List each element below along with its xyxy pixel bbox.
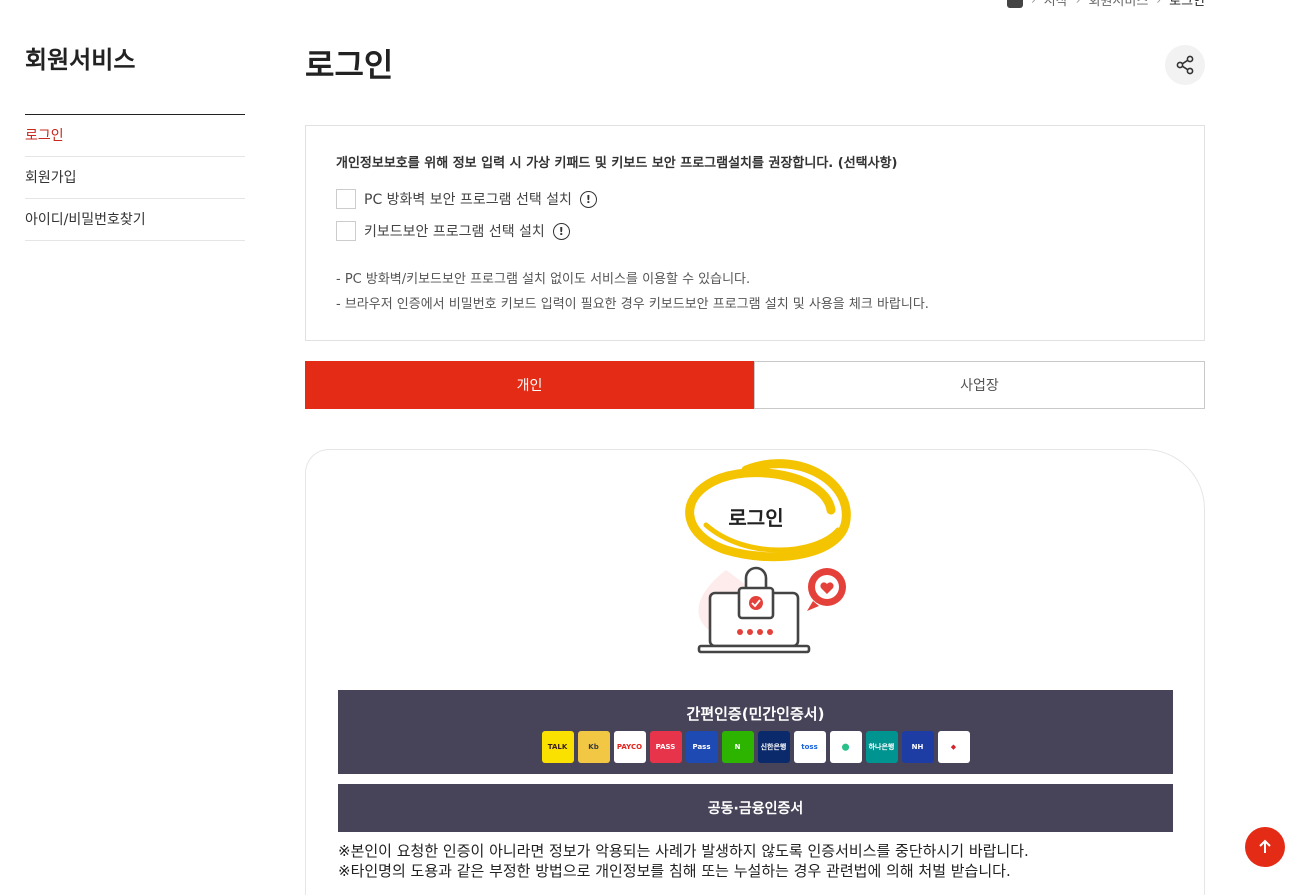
kb-icon: Kb xyxy=(577,731,610,763)
home-icon[interactable] xyxy=(1006,0,1023,8)
note: - PC 방화벽/키보드보안 프로그램 설치 없이도 서비스를 이용할 수 있습… xyxy=(336,272,751,287)
simple-auth-button[interactable]: 간편인증(민간인증서) TALK Kb PAYCO PASS Pass N 신한은행 toss… xyxy=(338,690,1173,774)
firewall-option[interactable]: PC 방화벽 보안 프로그램 선택 설치 ! xyxy=(336,189,1174,209)
sidebar: 회원서비스 로그인 회원가입 아이디/비밀번호찾기 xyxy=(25,44,245,241)
user-type-tabs: 개인 사업장 xyxy=(305,361,1205,409)
hana-icon: 하나은행 xyxy=(865,731,898,763)
keyboard-security-option[interactable]: 키보드보안 프로그램 선택 설치 ! xyxy=(336,221,1174,241)
login-card: 로그인 간편인증(민간인증서) TALK Kb PAYCO PASS Pass N 신한은행… xyxy=(305,449,1205,895)
chevron-right-icon: › xyxy=(1156,0,1161,7)
arrow-up-icon xyxy=(1259,839,1271,853)
share-icon xyxy=(1176,55,1194,75)
kakao-talk-icon: TALK xyxy=(541,731,574,763)
scroll-top-button[interactable] xyxy=(1245,827,1285,867)
page: › 시작 › 회원서비스 › 로그인 회원서비스 로그인 회원가입 아이디/비밀… xyxy=(0,0,1309,895)
samsung-pass-icon: Pass xyxy=(685,731,718,763)
info-icon[interactable]: ! xyxy=(579,190,597,208)
firewall-checkbox[interactable] xyxy=(336,189,356,209)
auth-provider-list: TALK Kb PAYCO PASS Pass N 신한은행 toss ⬤ 하나은행 NH ◆ xyxy=(338,731,1173,763)
sidebar-title: 회원서비스 xyxy=(25,46,136,74)
warning-text: ※타인명의 도용과 같은 부정한 방법으로 개인정보를 침해 또는 누설하는 경… xyxy=(338,862,1011,880)
sidebar-item-signup[interactable]: 회원가입 xyxy=(25,157,245,199)
breadcrumb-current: 로그인 xyxy=(1169,0,1205,9)
notice-text: 개인정보보호를 위해 정보 입력 시 가상 키패드 및 키보드 보안 프로그램설… xyxy=(336,156,898,171)
notice-notes: - PC 방화벽/키보드보안 프로그램 설치 없이도 서비스를 이용할 수 있습… xyxy=(336,267,1174,317)
main-content: 로그인 개인정보보호를 위해 정보 입력 시 가상 키패드 및 키보드 보안 프… xyxy=(305,44,1205,895)
banksalad-icon: ⬤ xyxy=(829,731,862,763)
chevron-right-icon: › xyxy=(1076,0,1081,7)
note: - 브라우저 인증에서 비밀번호 키보드 입력이 필요한 경우 키보드보안 프로… xyxy=(336,297,929,312)
breadcrumb: › 시작 › 회원서비스 › 로그인 xyxy=(1006,0,1205,9)
sidebar-item-find-account[interactable]: 아이디/비밀번호찾기 xyxy=(25,199,245,241)
tab-business[interactable]: 사업장 xyxy=(754,361,1205,409)
login-illustration xyxy=(685,459,851,654)
login-heading: 로그인 xyxy=(728,506,784,530)
page-title: 로그인 xyxy=(305,46,394,84)
tab-personal[interactable]: 개인 xyxy=(305,361,754,409)
naver-icon: N xyxy=(721,731,754,763)
toss-icon: toss xyxy=(793,731,826,763)
security-notice: 개인정보보호를 위해 정보 입력 시 가상 키패드 및 키보드 보안 프로그램설… xyxy=(305,125,1205,341)
simple-auth-label: 간편인증(민간인증서) xyxy=(686,705,825,723)
korea-info-icon: ◆ xyxy=(937,731,970,763)
nh-icon: NH xyxy=(901,731,934,763)
chevron-right-icon: › xyxy=(1031,0,1036,7)
firewall-option-label: PC 방화벽 보안 프로그램 선택 설치 xyxy=(364,192,572,208)
share-button[interactable] xyxy=(1165,45,1205,85)
keyboard-security-option-label: 키보드보안 프로그램 선택 설치 xyxy=(364,224,545,240)
breadcrumb-item[interactable]: 시작 xyxy=(1044,0,1068,9)
sidebar-item-login[interactable]: 로그인 xyxy=(25,115,245,157)
breadcrumb-item[interactable]: 회원서비스 xyxy=(1088,0,1148,9)
payco-icon: PAYCO xyxy=(613,731,646,763)
warning-text: ※본인이 요청한 인증이 아니라면 정보가 악용되는 사례가 발생하지 않도록 … xyxy=(338,842,1029,860)
shinhan-icon: 신한은행 xyxy=(757,731,790,763)
joint-certificate-button[interactable]: 공동·금융인증서 xyxy=(338,784,1173,832)
keyboard-security-checkbox[interactable] xyxy=(336,221,356,241)
info-icon[interactable]: ! xyxy=(552,222,570,240)
pass-icon: PASS xyxy=(649,731,682,763)
